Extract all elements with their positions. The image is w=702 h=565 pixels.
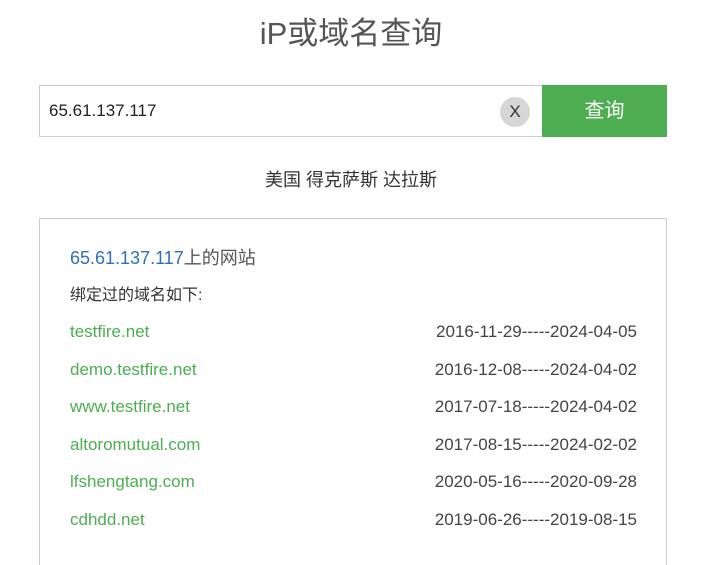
domain-link[interactable]: www.testfire.net	[70, 395, 190, 433]
domain-link[interactable]: lfshengtang.com	[70, 470, 195, 508]
domain-link[interactable]: cdhdd.net	[70, 508, 145, 546]
domain-row: altoromutual.com 2017-08-15-----2024-02-…	[70, 433, 637, 471]
domain-date-range: 2020-05-16-----2020-09-28	[434, 472, 637, 492]
search-bar: X 查询	[39, 85, 667, 137]
domain-date-range: 2017-08-15-----2024-02-02	[434, 434, 637, 454]
search-input[interactable]	[40, 86, 542, 136]
domain-date-range: 2019-06-26-----2019-08-15	[434, 509, 637, 529]
domain-row: www.testfire.net 2017-07-18-----2024-04-…	[70, 395, 637, 433]
results-panel: 65.61.137.117上的网站 绑定过的域名如下: testfire.net…	[39, 218, 667, 565]
results-heading: 65.61.137.117上的网站	[70, 246, 256, 270]
domain-row: testfire.net 2016-11-29-----2024-04-05	[70, 320, 637, 358]
results-heading-suffix: 上的网站	[183, 248, 256, 268]
search-button[interactable]: 查询	[542, 85, 667, 137]
domain-date-range: 2016-12-08-----2024-04-02	[434, 359, 637, 379]
domain-list: testfire.net 2016-11-29-----2024-04-05 d…	[70, 320, 637, 546]
domain-date-range: 2016-11-29-----2024-04-05	[436, 322, 637, 341]
domain-row: lfshengtang.com 2020-05-16-----2020-09-2…	[70, 470, 637, 508]
domain-row: demo.testfire.net 2016-12-08-----2024-04…	[70, 358, 637, 396]
domain-link[interactable]: testfire.net	[70, 320, 149, 358]
search-input-wrapper: X	[39, 85, 542, 137]
page-title: iP或域名查询	[259, 16, 443, 51]
bound-domains-label: 绑定过的域名如下:	[70, 287, 203, 304]
domain-row: cdhdd.net 2019-06-26-----2019-08-15	[70, 508, 637, 546]
domain-date-range: 2017-07-18-----2024-04-02	[434, 397, 637, 417]
domain-link[interactable]: altoromutual.com	[70, 433, 200, 471]
domain-link[interactable]: demo.testfire.net	[70, 358, 197, 396]
results-heading-ip: 65.61.137.117	[70, 248, 184, 268]
page: iP或域名查询 X 查询 美国 得克萨斯 达拉斯 65.61.137.117上的…	[0, 0, 702, 565]
clear-button[interactable]: X	[500, 97, 530, 127]
location-text: 美国 得克萨斯 达拉斯	[264, 170, 437, 190]
